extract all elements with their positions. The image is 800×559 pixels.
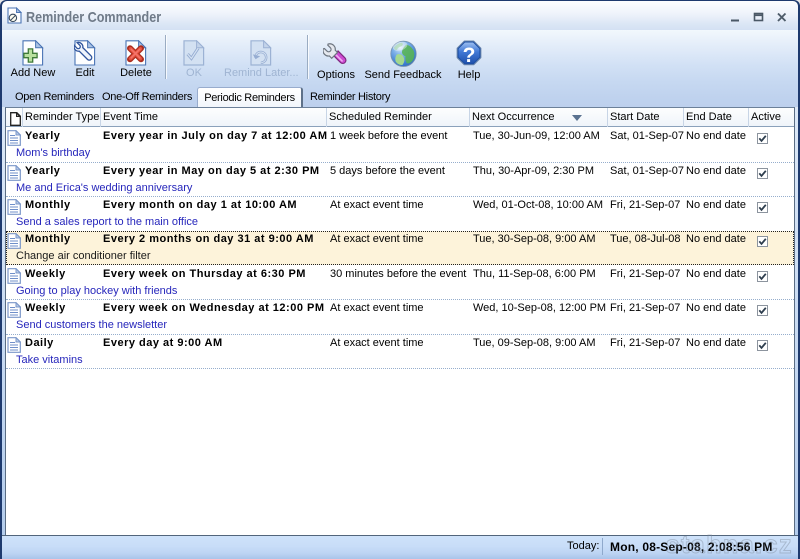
svg-text:?: ? — [463, 44, 476, 67]
